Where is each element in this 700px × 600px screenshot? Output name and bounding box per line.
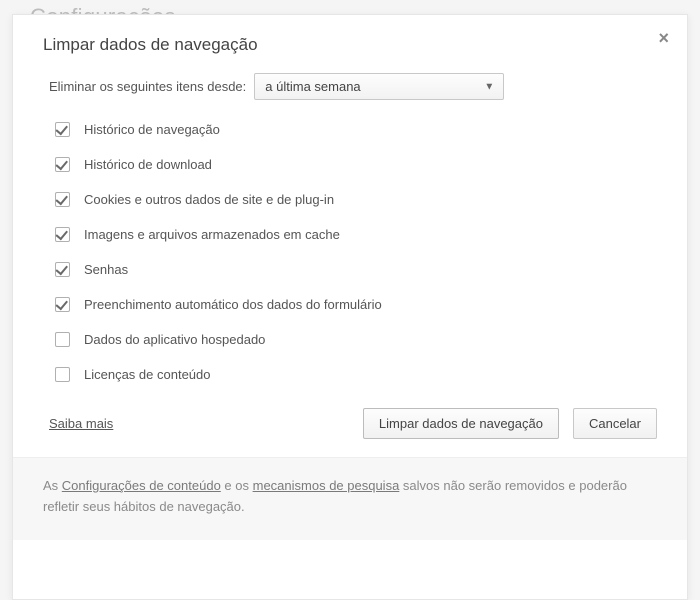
disclaimer-text: e os bbox=[221, 478, 253, 493]
checkbox-label[interactable]: Imagens e arquivos armazenados em cache bbox=[84, 227, 340, 242]
disclaimer-text: As bbox=[43, 478, 62, 493]
list-item: Senhas bbox=[55, 262, 651, 277]
checkbox-label[interactable]: Histórico de download bbox=[84, 157, 212, 172]
clear-items-list: Histórico de navegação Histórico de down… bbox=[49, 122, 651, 382]
time-range-select[interactable]: a última semana bbox=[254, 73, 504, 100]
checkbox-label[interactable]: Licenças de conteúdo bbox=[84, 367, 210, 382]
dialog-content: Eliminar os seguintes itens desde: a últ… bbox=[13, 63, 687, 382]
clear-browsing-data-dialog: Limpar dados de navegação × Eliminar os … bbox=[12, 14, 688, 600]
dialog-actions: Saiba mais Limpar dados de navegação Can… bbox=[13, 402, 687, 457]
learn-more-link[interactable]: Saiba mais bbox=[49, 416, 113, 431]
checkbox-label[interactable]: Histórico de navegação bbox=[84, 122, 220, 137]
checkbox-cookies[interactable] bbox=[55, 192, 70, 207]
list-item: Licenças de conteúdo bbox=[55, 367, 651, 382]
checkbox-label[interactable]: Dados do aplicativo hospedado bbox=[84, 332, 265, 347]
dialog-header: Limpar dados de navegação × bbox=[13, 15, 687, 63]
list-item: Histórico de navegação bbox=[55, 122, 651, 137]
list-item: Cookies e outros dados de site e de plug… bbox=[55, 192, 651, 207]
close-icon[interactable]: × bbox=[658, 29, 669, 47]
checkbox-hosted-app-data[interactable] bbox=[55, 332, 70, 347]
checkbox-passwords[interactable] bbox=[55, 262, 70, 277]
checkbox-label[interactable]: Cookies e outros dados de site e de plug… bbox=[84, 192, 334, 207]
checkbox-browsing-history[interactable] bbox=[55, 122, 70, 137]
cancel-button[interactable]: Cancelar bbox=[573, 408, 657, 439]
disclaimer: As Configurações de conteúdo e os mecani… bbox=[13, 457, 687, 540]
time-range-label: Eliminar os seguintes itens desde: bbox=[49, 79, 246, 94]
list-item: Imagens e arquivos armazenados em cache bbox=[55, 227, 651, 242]
dialog-title: Limpar dados de navegação bbox=[43, 35, 657, 55]
time-range-row: Eliminar os seguintes itens desde: a últ… bbox=[49, 73, 651, 100]
checkbox-label[interactable]: Senhas bbox=[84, 262, 128, 277]
checkbox-autofill[interactable] bbox=[55, 297, 70, 312]
list-item: Histórico de download bbox=[55, 157, 651, 172]
clear-data-button[interactable]: Limpar dados de navegação bbox=[363, 408, 559, 439]
checkbox-content-licenses[interactable] bbox=[55, 367, 70, 382]
search-engines-link[interactable]: mecanismos de pesquisa bbox=[253, 478, 400, 493]
list-item: Dados do aplicativo hospedado bbox=[55, 332, 651, 347]
checkbox-download-history[interactable] bbox=[55, 157, 70, 172]
list-item: Preenchimento automático dos dados do fo… bbox=[55, 297, 651, 312]
checkbox-cached-images[interactable] bbox=[55, 227, 70, 242]
time-range-select-wrap: a última semana ▼ bbox=[254, 73, 504, 100]
checkbox-label[interactable]: Preenchimento automático dos dados do fo… bbox=[84, 297, 382, 312]
content-settings-link[interactable]: Configurações de conteúdo bbox=[62, 478, 221, 493]
